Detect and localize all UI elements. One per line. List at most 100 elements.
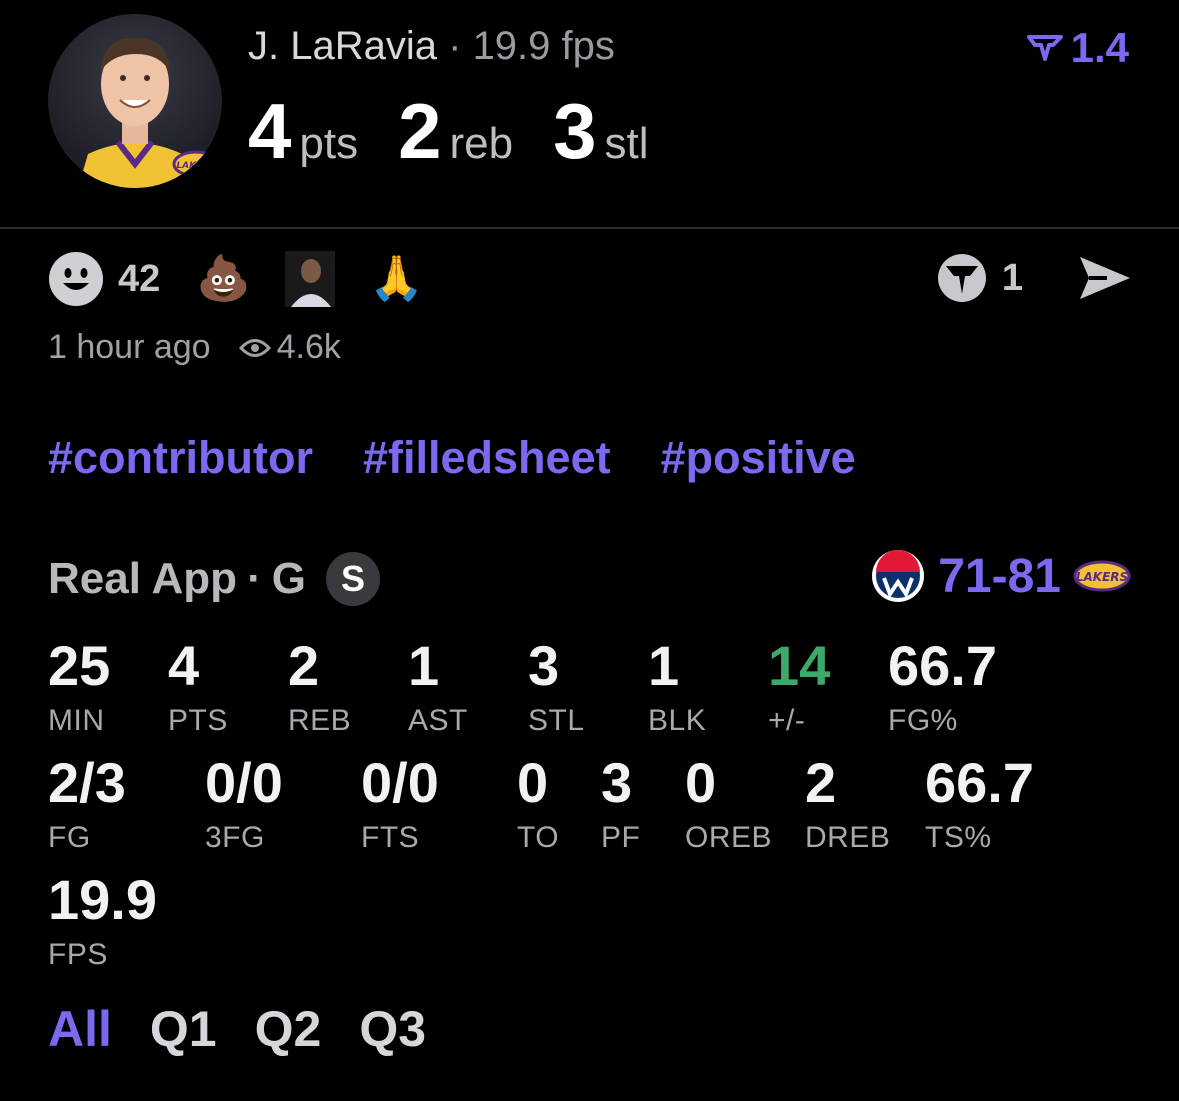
header-divider	[0, 227, 1179, 229]
headline-stl-unit: stl	[604, 119, 649, 168]
stat-fps: 19.9 FPS	[48, 872, 157, 972]
tab-all[interactable]: All	[48, 1000, 112, 1058]
stat-fg-pct: 66.7 FG%	[888, 638, 997, 738]
stat-value: 25	[48, 634, 111, 697]
stat-value: 0	[517, 751, 549, 814]
rating-badge[interactable]: 1.4	[1026, 24, 1129, 72]
rating-logo-icon	[1026, 35, 1063, 61]
reaction-bar: 42 💩 🙏	[48, 250, 458, 308]
smile-reaction-count: 42	[118, 257, 161, 300]
view-count: 4.6k	[238, 328, 341, 367]
stat-ts-pct: 66.7 TS%	[925, 755, 1034, 855]
starter-badge: S	[325, 552, 380, 606]
stat-label: FG	[48, 821, 91, 854]
player-title[interactable]: J. LaRavia · 19.9 fps	[248, 24, 615, 69]
tab-q2[interactable]: Q2	[255, 1000, 322, 1058]
stat-value: 2/3	[48, 751, 126, 814]
player-avatar[interactable]: LAKERS	[48, 14, 222, 188]
score-dash: -	[991, 549, 1008, 603]
comment-logo-icon[interactable]	[936, 252, 988, 304]
player-position: G	[271, 554, 306, 603]
score-value: 71-81	[938, 549, 1061, 604]
player-fps: 19.9 fps	[472, 24, 615, 68]
stat-fts: 0/0 FTS	[361, 755, 439, 855]
stat-value: 66.7	[888, 634, 997, 697]
stat-stl: 3 STL	[528, 638, 585, 738]
player-reaction-icon[interactable]	[285, 251, 336, 307]
hashtag-positive[interactable]: #positive	[661, 432, 856, 484]
tab-q3[interactable]: Q3	[359, 1000, 426, 1058]
tab-q1[interactable]: Q1	[150, 1000, 217, 1058]
svg-text:LAKERS: LAKERS	[1076, 570, 1128, 584]
stat-fg: 2/3 FG	[48, 755, 126, 855]
stat-value: 2	[805, 751, 837, 814]
stat-label: FTS	[361, 821, 420, 854]
poop-reaction-icon[interactable]: 💩	[196, 257, 251, 301]
stat-value: 3	[528, 634, 560, 697]
title-separator: ·	[448, 24, 462, 68]
stat-value: 0/0	[361, 751, 439, 814]
stat-label: BLK	[648, 704, 707, 737]
stat-value: 66.7	[925, 751, 1034, 814]
eye-icon	[238, 338, 271, 357]
stat-value: 3	[601, 751, 633, 814]
stat-pts: 4 PTS	[168, 638, 228, 738]
stat-value: 0	[685, 751, 717, 814]
hashtag-contributor[interactable]: #contributor	[48, 432, 313, 484]
stat-label: 3FG	[205, 821, 265, 854]
stat-dreb: 2 DREB	[805, 755, 890, 855]
headline-pts-value: 4	[248, 87, 292, 175]
headline-reb-value: 2	[398, 87, 442, 175]
stat-label: STL	[528, 704, 585, 737]
hashtag-list: #contributor #filledsheet #positive	[48, 432, 856, 484]
stat-reb: 2 REB	[288, 638, 351, 738]
stat-label: REB	[288, 704, 352, 737]
view-count-value: 4.6k	[276, 328, 341, 366]
player-name[interactable]: J. LaRavia	[248, 24, 437, 68]
stat-label: TS%	[925, 821, 992, 854]
stat-min: 25 MIN	[48, 638, 110, 738]
stat-label: PTS	[168, 704, 228, 737]
game-source-line: Real App · G S	[48, 552, 380, 606]
stat-to: 0 TO	[517, 755, 559, 855]
stat-oreb: 0 OREB	[685, 755, 772, 855]
stat-label: FG%	[888, 704, 958, 737]
comment-count: 1	[1001, 256, 1023, 299]
stat-value: 14	[768, 634, 831, 697]
headline-pts-unit: pts	[299, 119, 359, 168]
angel-reaction-icon[interactable]: 🙏	[369, 257, 424, 301]
stat-value: 4	[168, 634, 200, 697]
stat-value: 1	[408, 634, 440, 697]
stat-label: FPS	[48, 938, 108, 971]
headline-reb-unit: reb	[449, 119, 514, 168]
lakers-logo-icon: LAKERS	[1073, 560, 1131, 592]
hashtag-filledsheet[interactable]: #filledsheet	[363, 432, 611, 484]
stat-label: AST	[408, 704, 468, 737]
smile-reaction-icon[interactable]	[48, 251, 104, 307]
stat-pf: 3 PF	[601, 755, 640, 855]
share-send-icon[interactable]	[1077, 253, 1133, 303]
stat-label: OREB	[685, 821, 773, 854]
stat-blk: 1 BLK	[648, 638, 706, 738]
post-timestamp: 1 hour ago	[48, 328, 211, 366]
stat-plus-minus: 14 +/-	[768, 638, 830, 738]
stat-3fg: 0/0 3FG	[205, 755, 283, 855]
stat-label: PF	[601, 821, 641, 854]
rating-value: 1.4	[1070, 24, 1129, 71]
stat-label: DREB	[805, 821, 891, 854]
stat-ast: 1 AST	[408, 638, 468, 738]
stat-value: 1	[648, 634, 680, 697]
stat-label: MIN	[48, 704, 105, 737]
wizards-logo-icon	[872, 550, 925, 602]
post-meta: 1 hour ago 4.6k	[48, 328, 341, 367]
game-score[interactable]: 71-81 LAKERS	[870, 548, 1131, 604]
stat-label: TO	[517, 821, 560, 854]
source-separator: ·	[247, 554, 262, 603]
post-actions: 1	[936, 252, 1133, 304]
source-app: Real App	[48, 554, 238, 603]
stat-value: 0/0	[205, 751, 283, 814]
headline-statline: 4 pts 2 reb 3 stl	[248, 86, 688, 177]
score-right: 81	[1007, 549, 1061, 603]
period-tabs: All Q1 Q2 Q3	[48, 1000, 426, 1058]
stat-value: 19.9	[48, 868, 157, 931]
